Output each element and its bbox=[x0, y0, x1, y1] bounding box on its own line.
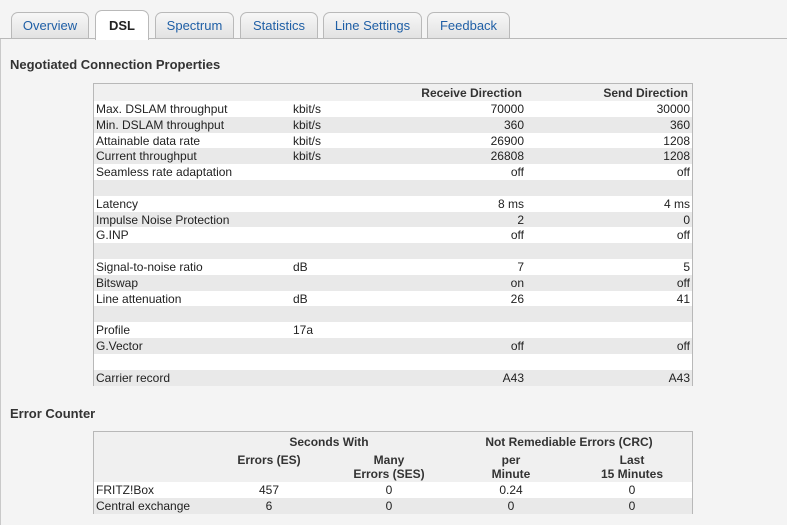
receive-value: 26900 bbox=[490, 133, 524, 148]
property-label: Current throughput bbox=[96, 149, 197, 164]
table-row: Profile 17a bbox=[94, 322, 692, 339]
last-15-value: 0 bbox=[628, 499, 636, 513]
tab-line-settings[interactable]: Line Settings bbox=[323, 12, 422, 38]
property-unit: 17a bbox=[293, 323, 314, 338]
table-row: Max. DSLAM throughput kbit/s 70000 30000 bbox=[94, 101, 692, 117]
property-unit: kbit/s bbox=[293, 102, 322, 116]
receive-value: 26 bbox=[510, 291, 524, 306]
send-value: 41 bbox=[676, 291, 690, 306]
tab-spectrum[interactable]: Spectrum bbox=[155, 12, 234, 38]
seconds-with-header: Seconds With bbox=[289, 435, 369, 449]
table-row: Impulse Noise Protection 2 0 bbox=[94, 211, 692, 228]
tab-statistics[interactable]: Statistics bbox=[240, 12, 318, 38]
last-15-value: 0 bbox=[628, 483, 636, 497]
property-label: Latency bbox=[96, 196, 139, 211]
property-label: Max. DSLAM throughput bbox=[96, 102, 228, 116]
receive-value: off bbox=[510, 228, 524, 243]
errors-es-header: Errors (ES) bbox=[237, 453, 301, 467]
receive-value: 8 ms bbox=[497, 196, 524, 211]
per-minute-value: 0.24 bbox=[499, 483, 523, 497]
table-row: Carrier record A43 A43 bbox=[94, 369, 692, 386]
table-row: Current throughput kbit/s 26808 1208 bbox=[94, 148, 692, 165]
receive-value: 2 bbox=[517, 212, 524, 227]
property-unit: dB bbox=[293, 260, 308, 274]
table-row: G.INP off off bbox=[94, 227, 692, 244]
send-value: 1208 bbox=[663, 133, 690, 148]
send-value: A43 bbox=[668, 370, 690, 385]
table-row: Bitswap on off bbox=[94, 274, 692, 291]
table-row: Latency 8 ms 4 ms bbox=[94, 195, 692, 212]
table-header-row: Receive Direction Send Direction bbox=[94, 84, 692, 101]
per-minute-header-2: Minute bbox=[491, 467, 531, 481]
table-row: FRITZ!Box 457 0 0.24 0 bbox=[94, 482, 692, 498]
receive-direction-header: Receive Direction bbox=[421, 86, 522, 100]
receive-value: 26808 bbox=[490, 149, 524, 164]
errors-es-value: 6 bbox=[265, 499, 273, 513]
receive-value: A43 bbox=[502, 370, 524, 385]
send-value: off bbox=[676, 339, 690, 353]
property-label: Line attenuation bbox=[96, 291, 182, 306]
property-label: G.Vector bbox=[96, 339, 143, 353]
crc-header: Not Remediable Errors (CRC) bbox=[485, 435, 653, 449]
receive-value: 360 bbox=[503, 117, 524, 132]
send-value: off bbox=[676, 275, 690, 290]
error-counter-table: Seconds With Not Remediable Errors (CRC)… bbox=[93, 431, 693, 514]
receive-value: off bbox=[510, 165, 524, 180]
send-value: off bbox=[676, 228, 690, 243]
receive-value: on bbox=[510, 275, 524, 290]
property-unit: kbit/s bbox=[293, 117, 322, 132]
table-row: G.Vector off off bbox=[94, 338, 692, 354]
send-value: 5 bbox=[683, 260, 690, 274]
error-counter-section-title: Error Counter bbox=[10, 406, 96, 421]
row-label: FRITZ!Box bbox=[96, 483, 155, 497]
negotiated-properties-table: Receive Direction Send Direction Max. DS… bbox=[93, 83, 693, 386]
table-row bbox=[94, 180, 692, 196]
receive-value: off bbox=[510, 339, 524, 353]
send-value: 0 bbox=[683, 212, 690, 227]
tab-overview[interactable]: Overview bbox=[11, 12, 89, 38]
table-row bbox=[94, 353, 692, 370]
ses-value: 0 bbox=[385, 499, 393, 513]
property-unit: dB bbox=[293, 291, 308, 306]
tab-dsl[interactable]: DSL bbox=[95, 10, 149, 40]
send-value: off bbox=[676, 165, 690, 180]
table-row: Attainable data rate kbit/s 26900 1208 bbox=[94, 132, 692, 149]
table-row bbox=[94, 243, 692, 260]
send-direction-header: Send Direction bbox=[603, 86, 688, 100]
property-label: Seamless rate adaptation bbox=[96, 165, 233, 180]
tab-feedback[interactable]: Feedback bbox=[427, 12, 510, 38]
errors-es-value: 457 bbox=[258, 483, 280, 497]
property-label: Bitswap bbox=[96, 275, 139, 290]
property-label: Carrier record bbox=[96, 370, 171, 385]
property-label: Signal-to-noise ratio bbox=[96, 260, 203, 274]
property-label: Min. DSLAM throughput bbox=[96, 117, 225, 132]
send-value: 4 ms bbox=[663, 196, 690, 211]
many-errors-header-2: Errors (SES) bbox=[353, 467, 425, 481]
table-row: Min. DSLAM throughput kbit/s 360 360 bbox=[94, 116, 692, 133]
property-label: Profile bbox=[96, 323, 131, 338]
per-minute-value: 0 bbox=[507, 499, 515, 513]
property-unit: kbit/s bbox=[293, 149, 322, 164]
table-row: Signal-to-noise ratio dB 7 5 bbox=[94, 259, 692, 275]
ses-value: 0 bbox=[385, 483, 393, 497]
last-15-header-2: 15 Minutes bbox=[600, 467, 663, 481]
receive-value: 7 bbox=[517, 260, 524, 274]
negotiated-section-title: Negotiated Connection Properties bbox=[10, 57, 221, 72]
table-row: Line attenuation dB 26 41 bbox=[94, 290, 692, 307]
property-label: G.INP bbox=[96, 228, 129, 243]
send-value: 1208 bbox=[663, 149, 690, 164]
property-unit: kbit/s bbox=[293, 133, 322, 148]
receive-value: 70000 bbox=[490, 102, 524, 116]
table-row: Central exchange 6 0 0 0 bbox=[94, 498, 692, 514]
table-row bbox=[94, 306, 692, 323]
property-label: Impulse Noise Protection bbox=[96, 212, 230, 227]
row-label: Central exchange bbox=[96, 499, 191, 513]
send-value: 30000 bbox=[656, 102, 690, 116]
table-row: Seamless rate adaptation off off bbox=[94, 164, 692, 181]
send-value: 360 bbox=[669, 117, 690, 132]
property-label: Attainable data rate bbox=[96, 133, 201, 148]
